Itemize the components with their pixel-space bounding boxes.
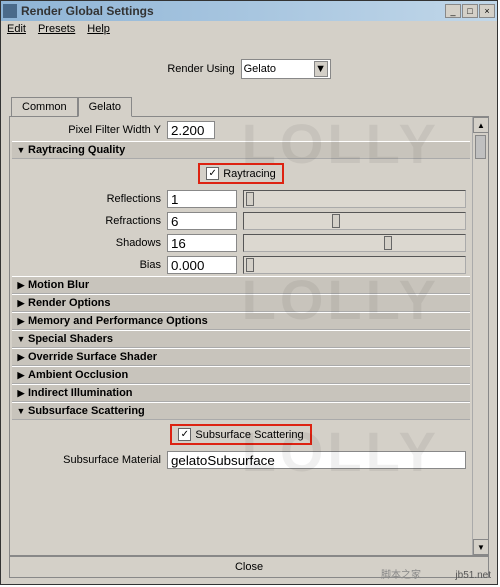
sss-material-input[interactable] — [167, 451, 466, 469]
section-raytracing-quality[interactable]: ▼ Raytracing Quality — [12, 141, 470, 159]
watermark-site-cn: 脚本之家 — [381, 566, 421, 581]
collapse-down-icon: ▼ — [14, 406, 28, 416]
sss-toggle-label: Subsurface Scattering — [195, 429, 303, 441]
close-window-button[interactable]: × — [479, 4, 495, 18]
reflections-label: Reflections — [12, 193, 167, 205]
minimize-button[interactable]: _ — [445, 4, 461, 18]
scroll-thumb[interactable] — [475, 135, 486, 159]
refractions-slider[interactable] — [243, 212, 466, 230]
reflections-input[interactable] — [167, 190, 237, 208]
menubar: Edit Presets Help — [1, 21, 497, 37]
titlebar: Render Global Settings _ □ × — [1, 1, 497, 21]
section-label: Indirect Illumination — [28, 387, 133, 399]
section-indirect-illumination[interactable]: ▶Indirect Illumination — [12, 384, 470, 402]
menu-presets[interactable]: Presets — [38, 23, 75, 35]
section-override-surface-shader[interactable]: ▶Override Surface Shader — [12, 348, 470, 366]
section-label: Special Shaders — [28, 333, 113, 345]
expand-right-icon: ▶ — [14, 352, 28, 363]
expand-right-icon: ▶ — [14, 280, 28, 291]
sss-checkbox[interactable]: ✓ — [178, 428, 191, 441]
window-title: Render Global Settings — [21, 4, 445, 18]
menu-edit[interactable]: Edit — [7, 23, 26, 35]
expand-right-icon: ▶ — [14, 316, 28, 327]
sss-material-label: Subsurface Material — [12, 454, 167, 466]
render-using-label: Render Using — [167, 63, 234, 75]
pixel-filter-label: Pixel Filter Width Y — [12, 124, 167, 136]
shadows-slider[interactable] — [243, 234, 466, 252]
shadows-label: Shadows — [12, 237, 167, 249]
section-special-shaders[interactable]: ▼Special Shaders — [12, 330, 470, 348]
section-label: Override Surface Shader — [28, 351, 157, 363]
section-label: Subsurface Scattering — [28, 405, 145, 417]
section-label: Render Options — [28, 297, 111, 309]
expand-right-icon: ▶ — [14, 298, 28, 309]
render-globals-window: Render Global Settings _ □ × Edit Preset… — [0, 0, 498, 585]
app-icon — [3, 4, 17, 18]
maximize-button[interactable]: □ — [462, 4, 478, 18]
collapse-down-icon: ▼ — [14, 334, 28, 344]
section-render-options[interactable]: ▶Render Options — [12, 294, 470, 312]
section-label: Motion Blur — [28, 279, 89, 291]
settings-panel: LOLLY LOLLY LOLLY Pixel Filter Width Y ▼… — [9, 116, 489, 556]
chevron-down-icon: ▼ — [314, 61, 328, 77]
section-label: Raytracing Quality — [28, 144, 125, 156]
sss-highlight: ✓ Subsurface Scattering — [170, 424, 311, 445]
section-subsurface-scattering[interactable]: ▼Subsurface Scattering — [12, 402, 470, 420]
section-label: Memory and Performance Options — [28, 315, 208, 327]
section-motion-blur[interactable]: ▶Motion Blur — [12, 276, 470, 294]
expand-right-icon: ▶ — [14, 388, 28, 399]
tab-common[interactable]: Common — [11, 97, 78, 117]
expand-right-icon: ▶ — [14, 370, 28, 381]
tab-gelato[interactable]: Gelato — [78, 97, 132, 117]
bias-label: Bias — [12, 259, 167, 271]
refractions-input[interactable] — [167, 212, 237, 230]
raytracing-toggle-label: Raytracing — [223, 168, 276, 180]
render-using-value: Gelato — [244, 63, 276, 75]
close-label: Close — [235, 561, 263, 573]
tab-strip: Common Gelato — [11, 97, 489, 117]
raytracing-checkbox[interactable]: ✓ — [206, 167, 219, 180]
bias-slider[interactable] — [243, 256, 466, 274]
reflections-slider[interactable] — [243, 190, 466, 208]
watermark-site-en: jb51.net — [455, 570, 491, 581]
section-memory-performance[interactable]: ▶Memory and Performance Options — [12, 312, 470, 330]
vertical-scrollbar[interactable]: ▲ ▼ — [472, 117, 488, 555]
refractions-label: Refractions — [12, 215, 167, 227]
bias-input[interactable] — [167, 256, 237, 274]
menu-help[interactable]: Help — [87, 23, 110, 35]
render-using-row: Render Using Gelato ▼ — [9, 45, 489, 97]
scroll-up-icon[interactable]: ▲ — [473, 117, 489, 133]
raytracing-highlight: ✓ Raytracing — [198, 163, 284, 184]
render-using-dropdown[interactable]: Gelato ▼ — [241, 59, 331, 79]
scroll-down-icon[interactable]: ▼ — [473, 539, 489, 555]
shadows-input[interactable] — [167, 234, 237, 252]
section-label: Ambient Occlusion — [28, 369, 128, 381]
section-ambient-occlusion[interactable]: ▶Ambient Occlusion — [12, 366, 470, 384]
pixel-filter-input[interactable] — [167, 121, 215, 139]
collapse-down-icon: ▼ — [14, 145, 28, 155]
